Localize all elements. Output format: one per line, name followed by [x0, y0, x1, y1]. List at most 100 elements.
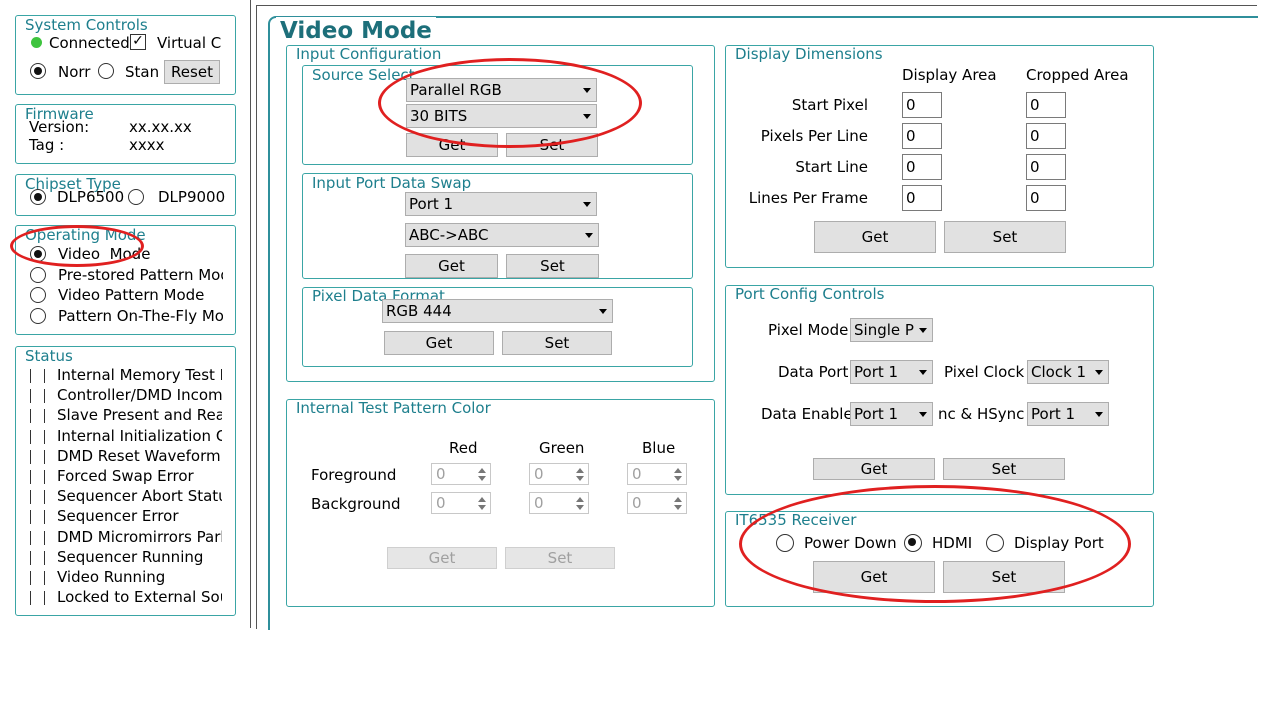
normal-mode-radio[interactable]: [30, 63, 46, 79]
bg-red-spinner[interactable]: 0: [431, 492, 491, 514]
video-pattern-label: Video Pattern Mode: [58, 286, 205, 304]
data-port-combo[interactable]: Port 1: [850, 360, 933, 384]
swap-set-button[interactable]: Set: [506, 254, 599, 278]
source-set-button[interactable]: Set: [506, 133, 598, 157]
status-item: Sequencer Running: [28, 548, 223, 568]
lines-per-frame-label: Lines Per Frame: [748, 189, 868, 207]
display-port-label: Display Port: [1014, 534, 1104, 552]
chevron-down-icon: [919, 328, 927, 333]
operating-mode-title: Operating Mode: [23, 226, 148, 244]
swap-get-button[interactable]: Get: [405, 254, 498, 278]
start-pixel-cropped-field[interactable]: 0: [1026, 92, 1066, 118]
swap-order-combo[interactable]: ABC->ABC: [405, 223, 599, 247]
chevron-down-icon: [919, 370, 927, 375]
normal-mode-label: Norr: [58, 63, 91, 81]
page-title: Video Mode: [276, 17, 436, 45]
start-line-display-field[interactable]: 0: [902, 154, 942, 180]
display-port-radio[interactable]: [986, 534, 1004, 552]
standby-mode-radio[interactable]: [98, 63, 114, 79]
bits-combo[interactable]: 30 BITS: [406, 104, 597, 128]
video-pattern-radio[interactable]: [30, 287, 46, 303]
start-line-cropped-field[interactable]: 0: [1026, 154, 1066, 180]
port-config-get-button[interactable]: Get: [813, 458, 935, 480]
video-mode-radio[interactable]: [30, 246, 46, 262]
status-item: Controller/DMD Incomi: [28, 386, 223, 406]
hdmi-label: HDMI: [932, 534, 973, 552]
chevron-down-icon: [599, 309, 607, 314]
start-line-label: Start Line: [795, 158, 868, 176]
status-item: DMD Reset Waveform C: [28, 447, 223, 467]
lines-per-frame-display-field[interactable]: 0: [902, 185, 942, 211]
data-enable-label: Data Enable: [761, 405, 853, 423]
pixel-mode-combo[interactable]: Single P: [850, 318, 933, 342]
data-enable-combo[interactable]: Port 1: [850, 402, 933, 426]
status-item: Internal Memory Test P: [28, 366, 223, 386]
power-down-radio[interactable]: [776, 534, 794, 552]
sync-combo[interactable]: Port 1: [1027, 402, 1109, 426]
receiver-title: IT6535 Receiver: [733, 511, 859, 529]
start-pixel-label: Start Pixel: [791, 96, 868, 114]
fg-blue-spinner[interactable]: 0: [627, 463, 687, 485]
firmware-tag-value: xxxx: [129, 136, 165, 154]
dlp9000-label: DLP9000: [158, 188, 226, 206]
reset-button[interactable]: Reset: [164, 60, 220, 84]
hdmi-radio[interactable]: [904, 534, 922, 552]
dlp6500-label: DLP6500: [57, 188, 125, 206]
chevron-down-icon: [1095, 412, 1103, 417]
data-port-label: Data Port: [778, 363, 849, 381]
receiver-set-button[interactable]: Set: [943, 561, 1065, 593]
status-item: Forced Swap Error: [28, 467, 223, 487]
fg-red-spinner[interactable]: 0: [431, 463, 491, 485]
port-swap-title: Input Port Data Swap: [310, 174, 474, 192]
port-config-group: [725, 285, 1154, 495]
test-pattern-set-button[interactable]: Set: [505, 547, 615, 569]
source-combo[interactable]: Parallel RGB: [406, 78, 597, 102]
dlp9000-radio[interactable]: [128, 189, 144, 205]
pattern-otf-radio[interactable]: [30, 308, 46, 324]
lines-per-frame-cropped-field[interactable]: 0: [1026, 185, 1066, 211]
pixel-format-set-button[interactable]: Set: [502, 331, 612, 355]
pixel-format-get-button[interactable]: Get: [384, 331, 494, 355]
system-controls-title: System Controls: [23, 16, 150, 34]
foreground-label: Foreground: [311, 466, 397, 484]
dlp6500-radio[interactable]: [30, 189, 46, 205]
swap-port-combo[interactable]: Port 1: [405, 192, 597, 216]
firmware-version-label: Version:: [29, 118, 90, 136]
virtual-label: Virtual Co: [157, 34, 222, 52]
connected-indicator-icon: [31, 37, 42, 48]
pixel-clock-combo[interactable]: Clock 1: [1027, 360, 1109, 384]
cropped-area-header: Cropped Area: [1026, 66, 1129, 84]
pixels-per-line-cropped-field[interactable]: 0: [1026, 123, 1066, 149]
red-header: Red: [449, 439, 478, 457]
firmware-version-value: xx.xx.xx: [129, 118, 192, 136]
chevron-down-icon: [583, 88, 591, 93]
status-item: Locked to External Sour: [28, 588, 223, 608]
status-item: Sequencer Error: [28, 507, 223, 527]
chevron-down-icon: [583, 202, 591, 207]
prestored-pattern-label: Pre-stored Pattern Mod: [58, 266, 223, 284]
pixels-per-line-display-field[interactable]: 0: [902, 123, 942, 149]
display-dims-title: Display Dimensions: [733, 45, 885, 63]
prestored-pattern-radio[interactable]: [30, 267, 46, 283]
background-label: Background: [311, 495, 401, 513]
test-pattern-get-button[interactable]: Get: [387, 547, 497, 569]
status-item: Sequencer Abort Status: [28, 487, 223, 507]
pixel-format-combo[interactable]: RGB 444: [382, 299, 613, 323]
pixel-clock-label: Pixel Clock: [944, 363, 1025, 381]
video-mode-label: Video Mode: [58, 245, 151, 263]
chevron-down-icon: [585, 233, 593, 238]
fg-green-spinner[interactable]: 0: [529, 463, 589, 485]
virtual-checkbox[interactable]: ✓: [130, 34, 146, 50]
bg-blue-spinner[interactable]: 0: [627, 492, 687, 514]
pixel-mode-label: Pixel Mode: [768, 321, 849, 339]
status-title: Status: [23, 347, 75, 365]
source-get-button[interactable]: Get: [406, 133, 498, 157]
port-config-set-button[interactable]: Set: [943, 458, 1065, 480]
display-dims-get-button[interactable]: Get: [814, 221, 936, 253]
bg-green-spinner[interactable]: 0: [529, 492, 589, 514]
start-pixel-display-field[interactable]: 0: [902, 92, 942, 118]
display-area-header: Display Area: [902, 66, 997, 84]
display-dims-set-button[interactable]: Set: [944, 221, 1066, 253]
receiver-get-button[interactable]: Get: [813, 561, 935, 593]
pixels-per-line-label: Pixels Per Line: [760, 127, 868, 145]
